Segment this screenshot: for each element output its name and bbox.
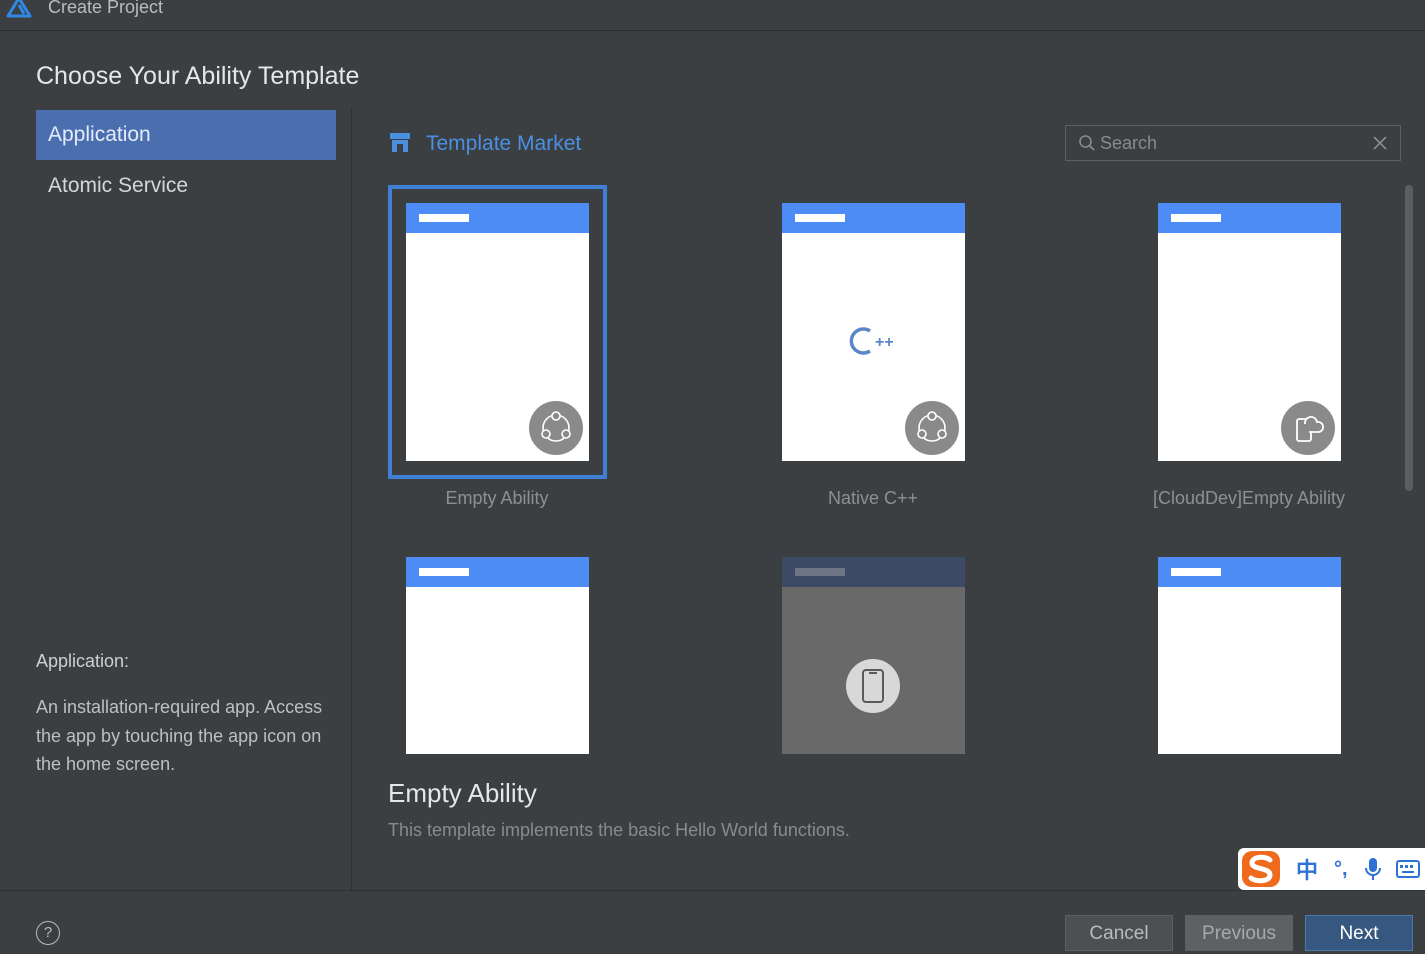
ime-toolbar[interactable]: 中 °, (1238, 848, 1425, 890)
template-grid-scrollbar[interactable] (1405, 185, 1413, 491)
previous-button[interactable]: Previous (1185, 915, 1293, 951)
template-card-empty-ability[interactable] (406, 203, 589, 461)
page-title: Choose Your Ability Template (36, 62, 360, 90)
app-logo-icon (6, 0, 32, 23)
description-text: An installation-required app. Access the… (36, 697, 323, 774)
search-box (1065, 125, 1401, 161)
template-card-native-cpp[interactable]: ++ (782, 203, 965, 461)
selected-template-name: Empty Ability (388, 778, 537, 808)
template-card[interactable] (1158, 557, 1341, 754)
template-label: Native C++ (827, 488, 919, 508)
cancel-button[interactable]: Cancel (1065, 915, 1173, 951)
phone-icon (846, 659, 900, 713)
cloud-phone-icon (1281, 401, 1335, 455)
description-title: Application: (36, 651, 130, 671)
sidebar-item-atomic-service[interactable]: Atomic Service (36, 161, 336, 211)
search-input[interactable] (1096, 128, 1372, 158)
next-button[interactable]: Next (1305, 915, 1413, 951)
clear-icon[interactable] (1372, 135, 1388, 151)
template-card-clouddev-empty-ability[interactable] (1158, 203, 1341, 461)
ime-chinese-mode[interactable]: 中 (1296, 853, 1318, 885)
help-icon[interactable]: ? (36, 921, 60, 945)
title-bar: Create Project (0, 0, 1425, 31)
template-label: Empty Ability (445, 488, 549, 508)
template-market-link[interactable]: Template Market (388, 128, 581, 160)
template-card[interactable] (782, 557, 965, 754)
sidebar-item-application[interactable]: Application (36, 110, 336, 160)
template-market-label: Template Market (426, 132, 582, 155)
template-card[interactable] (406, 557, 589, 754)
ime-logo-icon (1238, 848, 1284, 890)
window-title: Create Project (48, 0, 164, 17)
microphone-icon[interactable] (1364, 857, 1382, 881)
footer-divider (0, 890, 1425, 891)
atomic-icon (529, 401, 583, 455)
ime-punctuation[interactable]: °, (1334, 858, 1348, 881)
selected-template-description: This template implements the basic Hello… (388, 820, 850, 840)
atomic-icon (905, 401, 959, 455)
store-icon (388, 130, 412, 159)
svg-text:++: ++ (875, 334, 894, 351)
keyboard-icon[interactable] (1395, 859, 1420, 879)
template-label: [CloudDev]Empty Ability (1152, 488, 1346, 508)
cpp-icon: ++ (848, 323, 902, 364)
search-icon (1078, 134, 1096, 152)
